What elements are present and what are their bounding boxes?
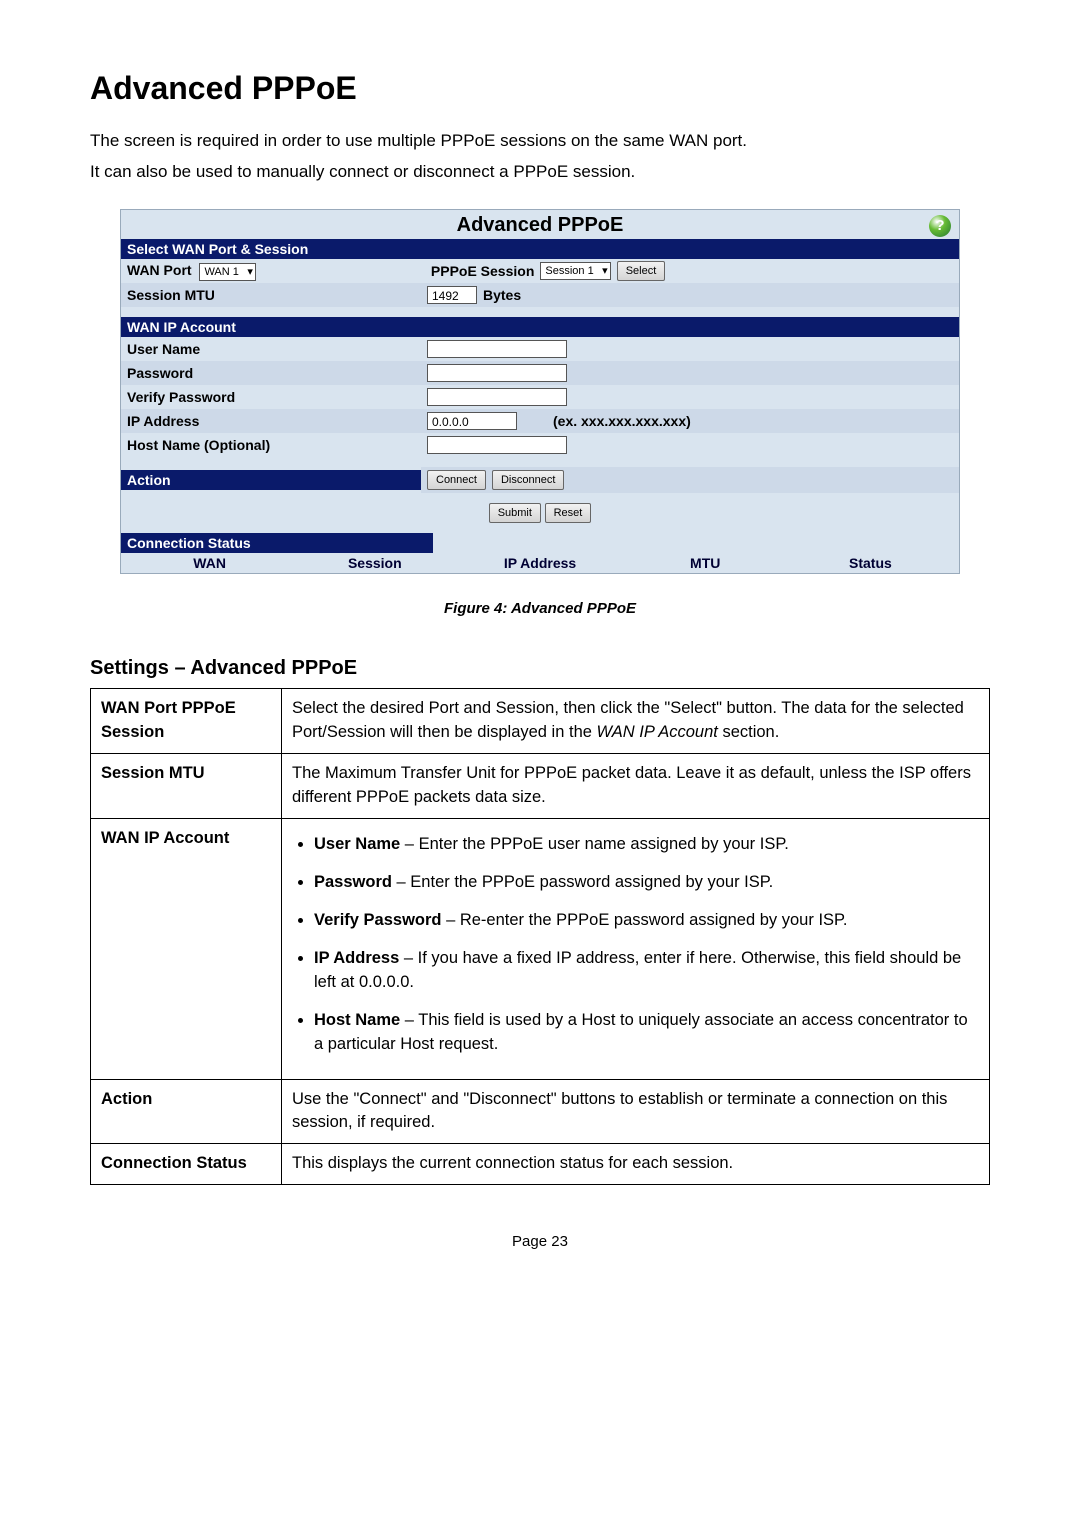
username-input[interactable] [427, 340, 567, 358]
settings-connection-status-text: This displays the current connection sta… [282, 1144, 990, 1185]
col-session: Session [292, 555, 457, 571]
session-mtu-unit: Bytes [483, 287, 521, 303]
wan-port-select[interactable]: WAN 1 [199, 263, 255, 281]
page-title: Advanced PPPoE [90, 70, 990, 107]
password-input[interactable] [427, 364, 567, 382]
password-label: Password [127, 365, 427, 381]
section-select-wan-port: Select WAN Port & Session [121, 239, 959, 259]
intro-line-1: The screen is required in order to use m… [90, 127, 990, 154]
settings-wan-port-label: WAN Port PPPoE Session [91, 689, 282, 754]
settings-action-label: Action [91, 1079, 282, 1144]
intro-line-2: It can also be used to manually connect … [90, 158, 990, 185]
bullet-verify-strong: Verify Password [314, 911, 441, 929]
advanced-pppoe-screenshot: Advanced PPPoE ? Select WAN Port & Sessi… [120, 209, 960, 574]
bullet-verify-text: – Re-enter the PPPoE password assigned b… [441, 911, 847, 929]
hostname-label: Host Name (Optional) [127, 437, 427, 453]
ip-address-hint: (ex. xxx.xxx.xxx.xxx) [553, 413, 691, 429]
hostname-input[interactable] [427, 436, 567, 454]
settings-wan-ip-account-text: User Name – Enter the PPPoE user name as… [282, 819, 990, 1079]
ip-address-label: IP Address [127, 413, 427, 429]
col-ip: IP Address [457, 555, 622, 571]
settings-session-mtu-label: Session MTU [91, 754, 282, 819]
settings-table: WAN Port PPPoE Session Select the desire… [90, 688, 990, 1185]
username-label: User Name [127, 341, 427, 357]
figure-caption: Figure 4: Advanced PPPoE [90, 600, 990, 617]
wan-port-label: WAN Port [127, 262, 192, 278]
select-button[interactable]: Select [617, 261, 666, 281]
session-mtu-input[interactable]: 1492 [427, 286, 477, 304]
pppoe-session-label: PPPoE Session [431, 263, 534, 279]
help-icon[interactable]: ? [929, 215, 951, 237]
bullet-hostname-strong: Host Name [314, 1011, 400, 1029]
session-mtu-label: Session MTU [127, 287, 427, 303]
settings-connection-status-label: Connection Status [91, 1144, 282, 1185]
col-status: Status [788, 555, 953, 571]
submit-button[interactable]: Submit [489, 503, 541, 523]
section-action: Action [121, 470, 421, 490]
settings-heading: Settings – Advanced PPPoE [90, 657, 990, 680]
pppoe-session-select[interactable]: Session 1 [540, 262, 610, 280]
verify-password-label: Verify Password [127, 389, 427, 405]
col-mtu: MTU [623, 555, 788, 571]
bullet-ip-text: – If you have a fixed IP address, enter … [314, 949, 961, 991]
reset-button[interactable]: Reset [545, 503, 592, 523]
bullet-hostname-text: – This field is used by a Host to unique… [314, 1011, 968, 1053]
settings-session-mtu-text: The Maximum Transfer Unit for PPPoE pack… [282, 754, 990, 819]
ip-address-input[interactable]: 0.0.0.0 [427, 412, 517, 430]
section-wan-ip-account: WAN IP Account [121, 317, 959, 337]
bullet-username-strong: User Name [314, 835, 400, 853]
settings-wan-port-text: Select the desired Port and Session, the… [282, 689, 990, 754]
settings-wan-ip-account-label: WAN IP Account [91, 819, 282, 1079]
bullet-password-strong: Password [314, 873, 392, 891]
disconnect-button[interactable]: Disconnect [492, 470, 564, 490]
section-connection-status: Connection Status [121, 533, 433, 553]
verify-password-input[interactable] [427, 388, 567, 406]
screenshot-title: Advanced PPPoE [151, 214, 929, 237]
connect-button[interactable]: Connect [427, 470, 486, 490]
page-footer: Page 23 [90, 1233, 990, 1250]
bullet-password-text: – Enter the PPPoE password assigned by y… [392, 873, 773, 891]
bullet-ip-strong: IP Address [314, 949, 399, 967]
bullet-username-text: – Enter the PPPoE user name assigned by … [400, 835, 789, 853]
col-wan: WAN [127, 555, 292, 571]
settings-action-text: Use the "Connect" and "Disconnect" butto… [282, 1079, 990, 1144]
